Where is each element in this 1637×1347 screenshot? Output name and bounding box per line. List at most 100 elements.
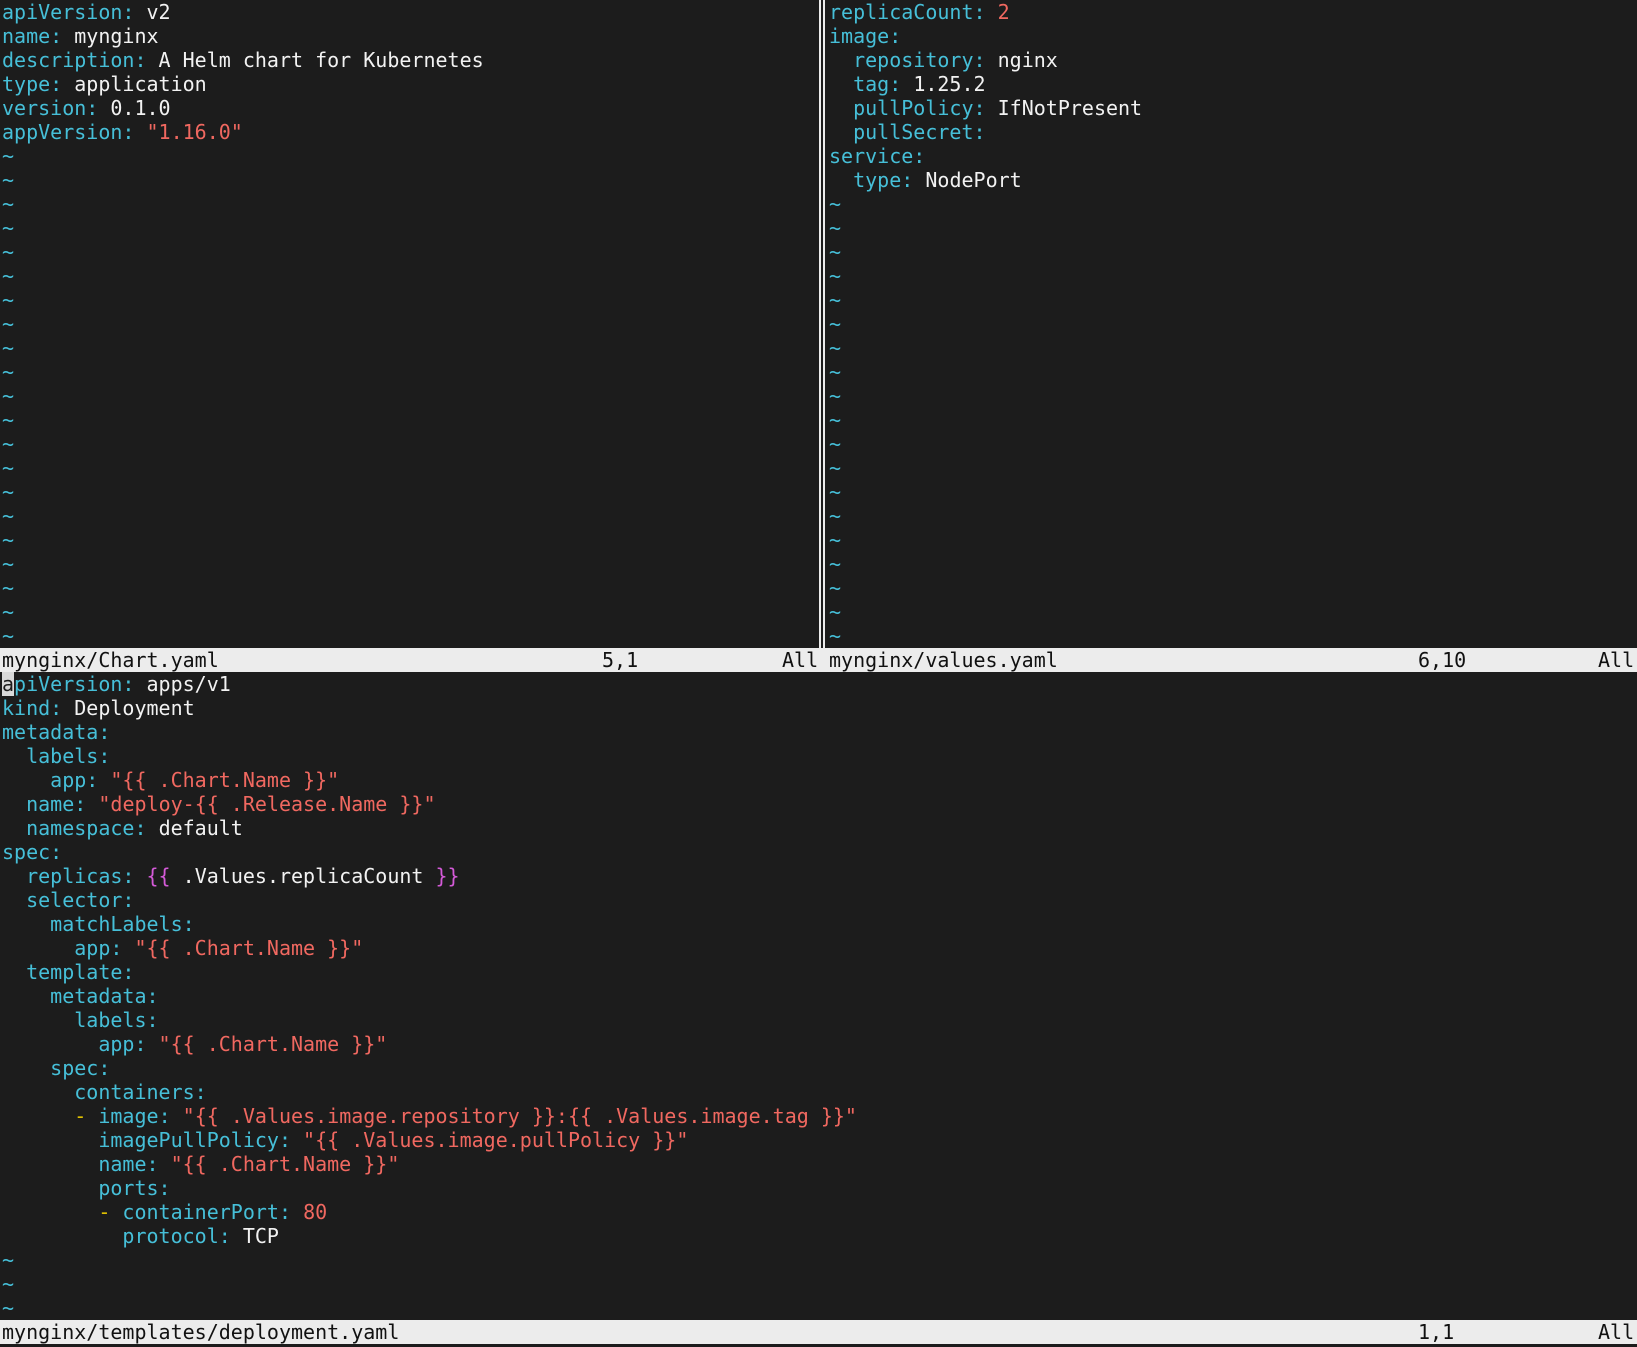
code-line[interactable]: image: [829, 24, 1635, 48]
code-token: : [98, 744, 111, 768]
code-line[interactable]: labels: [2, 1008, 1635, 1032]
code-line[interactable]: - containerPort: 80 [2, 1200, 1635, 1224]
empty-line-tilde: ~ [829, 264, 842, 288]
code-line[interactable]: pullPolicy: IfNotPresent [829, 96, 1635, 120]
code-token: metadata [2, 720, 99, 744]
code-line[interactable]: spec: [2, 1056, 1635, 1080]
values-yaml-editor-pane[interactable]: replicaCount: 2 image: repository: nginx … [829, 0, 1635, 648]
code-line[interactable]: protocol: TCP [2, 1224, 1635, 1248]
code-token: : [122, 888, 135, 912]
code-token: : [182, 912, 195, 936]
code-line[interactable]: containers: [2, 1080, 1635, 1104]
code-line[interactable]: imagePullPolicy: "{{ .Values.image.pullP… [2, 1128, 1635, 1152]
empty-line-tilde: ~ [829, 240, 842, 264]
vertical-split-divider[interactable] [819, 0, 825, 648]
code-token: repository [853, 48, 974, 72]
code-line[interactable]: app: "{{ .Chart.Name }}" [2, 936, 1635, 960]
code-token: : [158, 1104, 183, 1128]
code-line[interactable]: template: [2, 960, 1635, 984]
code-token: tag [853, 72, 890, 96]
deployment-yaml-editor-pane[interactable]: apiVersion: apps/v1 kind: Deployment metad… [2, 672, 1635, 1320]
code-token: apps/v1 [146, 672, 231, 696]
code-token: - [74, 1104, 99, 1128]
code-line[interactable]: app: "{{ .Chart.Name }}" [2, 768, 1635, 792]
code-token: mynginx [74, 24, 159, 48]
code-token: app [74, 936, 111, 960]
code-line[interactable]: type: NodePort [829, 168, 1635, 192]
empty-line-tilde: ~ [2, 552, 15, 576]
empty-line-tilde: ~ [2, 360, 15, 384]
empty-line-tilde: ~ [829, 360, 842, 384]
code-line[interactable]: replicaCount: 2 [829, 0, 1635, 24]
code-token: : [122, 0, 147, 24]
code-line[interactable]: version: 0.1.0 [2, 96, 817, 120]
code-line[interactable]: namespace: default [2, 816, 1635, 840]
code-line[interactable]: ports: [2, 1176, 1635, 1200]
code-token: : [122, 672, 147, 696]
code-line[interactable]: metadata: [2, 720, 1635, 744]
empty-line-tilde: ~ [2, 432, 15, 456]
code-line[interactable]: appVersion: "1.16.0" [2, 120, 817, 144]
code-line[interactable]: labels: [2, 744, 1635, 768]
empty-line-tilde: ~ [829, 480, 842, 504]
code-line[interactable]: spec: [2, 840, 1635, 864]
code-token: : [134, 48, 159, 72]
code-line[interactable]: kind: Deployment [2, 696, 1635, 720]
code-token: application [74, 72, 207, 96]
chart-yaml-editor-pane[interactable]: apiVersion: v2 name: mynginx description: … [2, 0, 817, 648]
code-token: selector [26, 888, 123, 912]
code-line[interactable]: service: [829, 144, 1635, 168]
code-line[interactable]: name: "deploy-{{ .Release.Name }}" [2, 792, 1635, 816]
code-line[interactable]: apiVersion: v2 [2, 0, 817, 24]
code-line[interactable]: description: A Helm chart for Kubernetes [2, 48, 817, 72]
code-line[interactable]: app: "{{ .Chart.Name }}" [2, 1032, 1635, 1056]
code-token: : [158, 1176, 171, 1200]
code-line[interactable]: replicas: {{ .Values.replicaCount }} [2, 864, 1635, 888]
code-token: : [146, 984, 159, 1008]
code-token: name [2, 24, 51, 48]
code-token: - [98, 1200, 123, 1224]
code-token: : [122, 864, 147, 888]
code-line[interactable]: repository: nginx [829, 48, 1635, 72]
chart-scroll-indicator: All [782, 648, 819, 672]
code-line[interactable]: matchLabels: [2, 912, 1635, 936]
code-token: "{{ .Chart.Name }}" [134, 936, 364, 960]
code-line[interactable]: name: "{{ .Chart.Name }}" [2, 1152, 1635, 1176]
chart-yaml-statusline: mynginx/Chart.yaml 5,1 All [0, 648, 823, 672]
code-line[interactable]: apiVersion: apps/v1 [2, 672, 1635, 696]
code-token: type [2, 72, 51, 96]
code-line[interactable]: type: application [2, 72, 817, 96]
code-token: protocol [122, 1224, 219, 1248]
code-line[interactable]: tag: 1.25.2 [829, 72, 1635, 96]
code-token: namespace [26, 816, 135, 840]
code-token: "{{ .Chart.Name }}" [110, 768, 340, 792]
code-line[interactable]: name: mynginx [2, 24, 817, 48]
code-token: }} [435, 864, 460, 888]
empty-line-tilde: ~ [2, 240, 15, 264]
code-line[interactable]: - image: "{{ .Values.image.repository }}… [2, 1104, 1635, 1128]
code-line[interactable]: selector: [2, 888, 1635, 912]
deployment-filename: mynginx/templates/deployment.yaml [2, 1320, 400, 1344]
code-token: "{{ .Values.image.pullPolicy }}" [303, 1128, 689, 1152]
empty-line-tilde: ~ [2, 408, 15, 432]
empty-line-tilde: ~ [2, 216, 15, 240]
code-line[interactable]: pullSecret: [829, 120, 1635, 144]
empty-line-tilde: ~ [2, 192, 15, 216]
deployment-yaml-statusline: mynginx/templates/deployment.yaml 1,1 Al… [0, 1320, 1637, 1344]
code-token: 2 [997, 0, 1010, 24]
code-line[interactable]: metadata: [2, 984, 1635, 1008]
code-token: v2 [146, 0, 171, 24]
empty-line-tilde: ~ [829, 216, 842, 240]
